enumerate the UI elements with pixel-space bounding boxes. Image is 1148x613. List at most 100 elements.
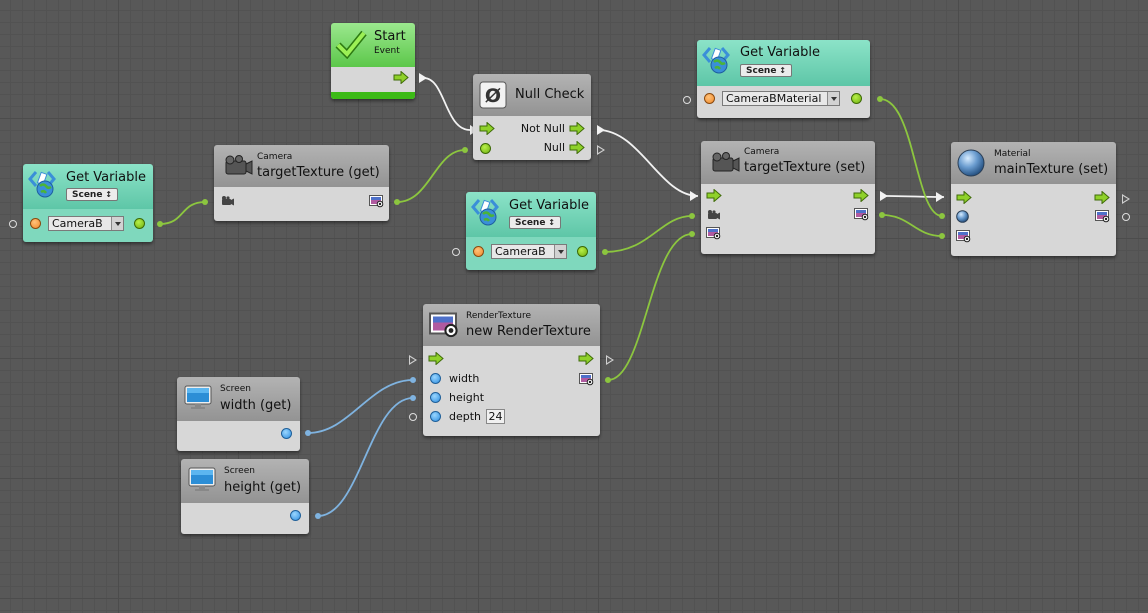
get-variable-material-node[interactable]: Get Variable Scene ↕ CameraBMaterial	[697, 40, 870, 118]
chevron-down-icon	[827, 92, 839, 105]
chevron-down-icon	[111, 217, 123, 230]
camera-category: Camera	[257, 152, 293, 162]
height-label: height	[449, 391, 485, 404]
not-null-out-icon[interactable]	[569, 122, 585, 135]
variable-select-value: CameraB	[52, 217, 103, 230]
screen-width-title: width (get)	[220, 398, 292, 413]
null-symbol-icon: Ø	[479, 81, 507, 109]
flow-in-icon[interactable]	[428, 352, 444, 365]
variable-select[interactable]: CameraBMaterial	[722, 91, 840, 106]
render-texture-flow-out-port[interactable]	[606, 355, 614, 365]
render-texture-port-icon[interactable]	[369, 195, 384, 208]
wire-rendertexture-to-cameraset	[607, 233, 693, 381]
flow-in-icon[interactable]	[956, 191, 972, 204]
material-set-title: mainTexture (set)	[994, 162, 1109, 177]
left-var-in-port[interactable]	[9, 220, 17, 228]
monitor-icon	[188, 467, 216, 492]
flow-out-icon[interactable]	[578, 352, 594, 365]
variable-port[interactable]	[30, 218, 41, 229]
depth-input[interactable]: 24	[486, 409, 505, 424]
camera-get-title: targetTexture (get)	[257, 165, 380, 180]
flow-in-icon[interactable]	[706, 189, 722, 202]
depth-ext-port[interactable]	[409, 413, 417, 421]
get-variable-left-node[interactable]: Get Variable Scene ↕ CameraB	[23, 164, 153, 242]
value-out-port[interactable]	[577, 246, 588, 257]
start-event-node[interactable]: Start Event	[331, 23, 415, 99]
camera-icon	[712, 152, 740, 172]
wire-start-to-nullcheck	[423, 77, 471, 131]
height-in-port[interactable]	[430, 392, 441, 403]
wire-getvar-to-cameraset	[604, 215, 693, 253]
wire-cameraget-to-nullcheck	[396, 149, 466, 203]
chevron-updown-icon: ↕	[776, 66, 786, 75]
new-render-texture-node[interactable]: RenderTexture new RenderTexture width he…	[423, 304, 600, 436]
render-texture-in-icon[interactable]	[706, 227, 721, 240]
start-subtitle: Event	[374, 46, 400, 56]
render-texture-title: new RenderTexture	[466, 324, 591, 339]
flow-out-icon[interactable]	[1094, 191, 1110, 204]
material-flow-out-port[interactable]	[1122, 194, 1130, 204]
value-out-port[interactable]	[851, 93, 862, 104]
monitor-icon	[184, 385, 212, 410]
render-texture-out-icon[interactable]	[579, 373, 594, 386]
camera-category: Camera	[744, 147, 780, 157]
screen-width-get-node[interactable]: Screen width (get)	[177, 377, 300, 451]
wire-screenheight-to-height	[317, 397, 414, 517]
camera-port-icon[interactable]	[706, 209, 721, 221]
render-texture-flow-in-port[interactable]	[409, 355, 417, 365]
flow-in-icon[interactable]	[479, 122, 495, 135]
value-out-port[interactable]	[134, 218, 145, 229]
height-out-port[interactable]	[290, 510, 301, 521]
screen-height-get-node[interactable]: Screen height (get)	[181, 459, 309, 534]
variable-port[interactable]	[704, 93, 715, 104]
texture-in-icon[interactable]	[956, 230, 971, 243]
width-label: width	[449, 372, 480, 385]
null-out-icon[interactable]	[569, 141, 585, 154]
texture-out-icon[interactable]	[1095, 210, 1110, 223]
variable-port[interactable]	[473, 246, 484, 257]
width-out-port[interactable]	[281, 428, 292, 439]
get-variable-mid-node[interactable]: Get Variable Scene ↕ CameraB	[466, 192, 596, 270]
material-main-texture-set-node[interactable]: Material mainTexture (set)	[951, 142, 1116, 256]
wire-notnull-to-cameraset	[597, 129, 699, 197]
scope-dropdown[interactable]: Scene ↕	[66, 188, 118, 201]
screen-height-title: height (get)	[224, 480, 302, 495]
camera-target-texture-set-node[interactable]: Camera targetTexture (set)	[701, 141, 875, 254]
null-out-port[interactable]	[597, 145, 605, 155]
depth-label: depth	[449, 410, 482, 423]
variable-select[interactable]: CameraB	[48, 216, 124, 231]
wire-cameraset-to-materialset	[881, 195, 945, 198]
flow-out-icon[interactable]	[393, 71, 409, 84]
checkmark-icon	[335, 30, 367, 59]
material-port-icon[interactable]	[956, 210, 969, 223]
variable-globe-icon	[471, 198, 499, 227]
chevron-updown-icon: ↕	[545, 218, 555, 227]
flow-out-icon[interactable]	[853, 189, 869, 202]
material-category: Material	[994, 149, 1031, 159]
material-var-in-port[interactable]	[683, 96, 691, 104]
camera-target-texture-get-node[interactable]: Camera targetTexture (get)	[214, 145, 389, 221]
variable-globe-icon	[28, 170, 56, 199]
screen-category: Screen	[220, 384, 251, 394]
scope-dropdown[interactable]: Scene ↕	[740, 64, 792, 77]
object-in-port[interactable]	[480, 143, 491, 154]
wire-cameraset-texture-to-materialset	[881, 214, 943, 237]
mid-var-in-port[interactable]	[452, 248, 460, 256]
variable-globe-icon	[702, 46, 730, 75]
not-null-label: Not Null	[520, 122, 565, 135]
chevron-updown-icon: ↕	[102, 190, 112, 199]
null-check-title: Null Check	[515, 87, 585, 102]
null-check-node[interactable]: Ø Null Check Not Null Null	[473, 74, 591, 160]
camera-port-icon[interactable]	[220, 195, 235, 207]
chevron-down-icon	[554, 245, 566, 258]
variable-select[interactable]: CameraB	[491, 244, 567, 259]
render-texture-out-icon[interactable]	[854, 208, 869, 221]
scope-dropdown[interactable]: Scene ↕	[509, 216, 561, 229]
render-texture-icon	[429, 312, 458, 338]
depth-in-port[interactable]	[430, 411, 441, 422]
material-texture-out-port[interactable]	[1122, 213, 1130, 221]
width-in-port[interactable]	[430, 373, 441, 384]
camera-set-title: targetTexture (set)	[744, 160, 866, 175]
sphere-icon	[957, 149, 985, 177]
wire-screenwidth-to-width	[307, 379, 414, 434]
